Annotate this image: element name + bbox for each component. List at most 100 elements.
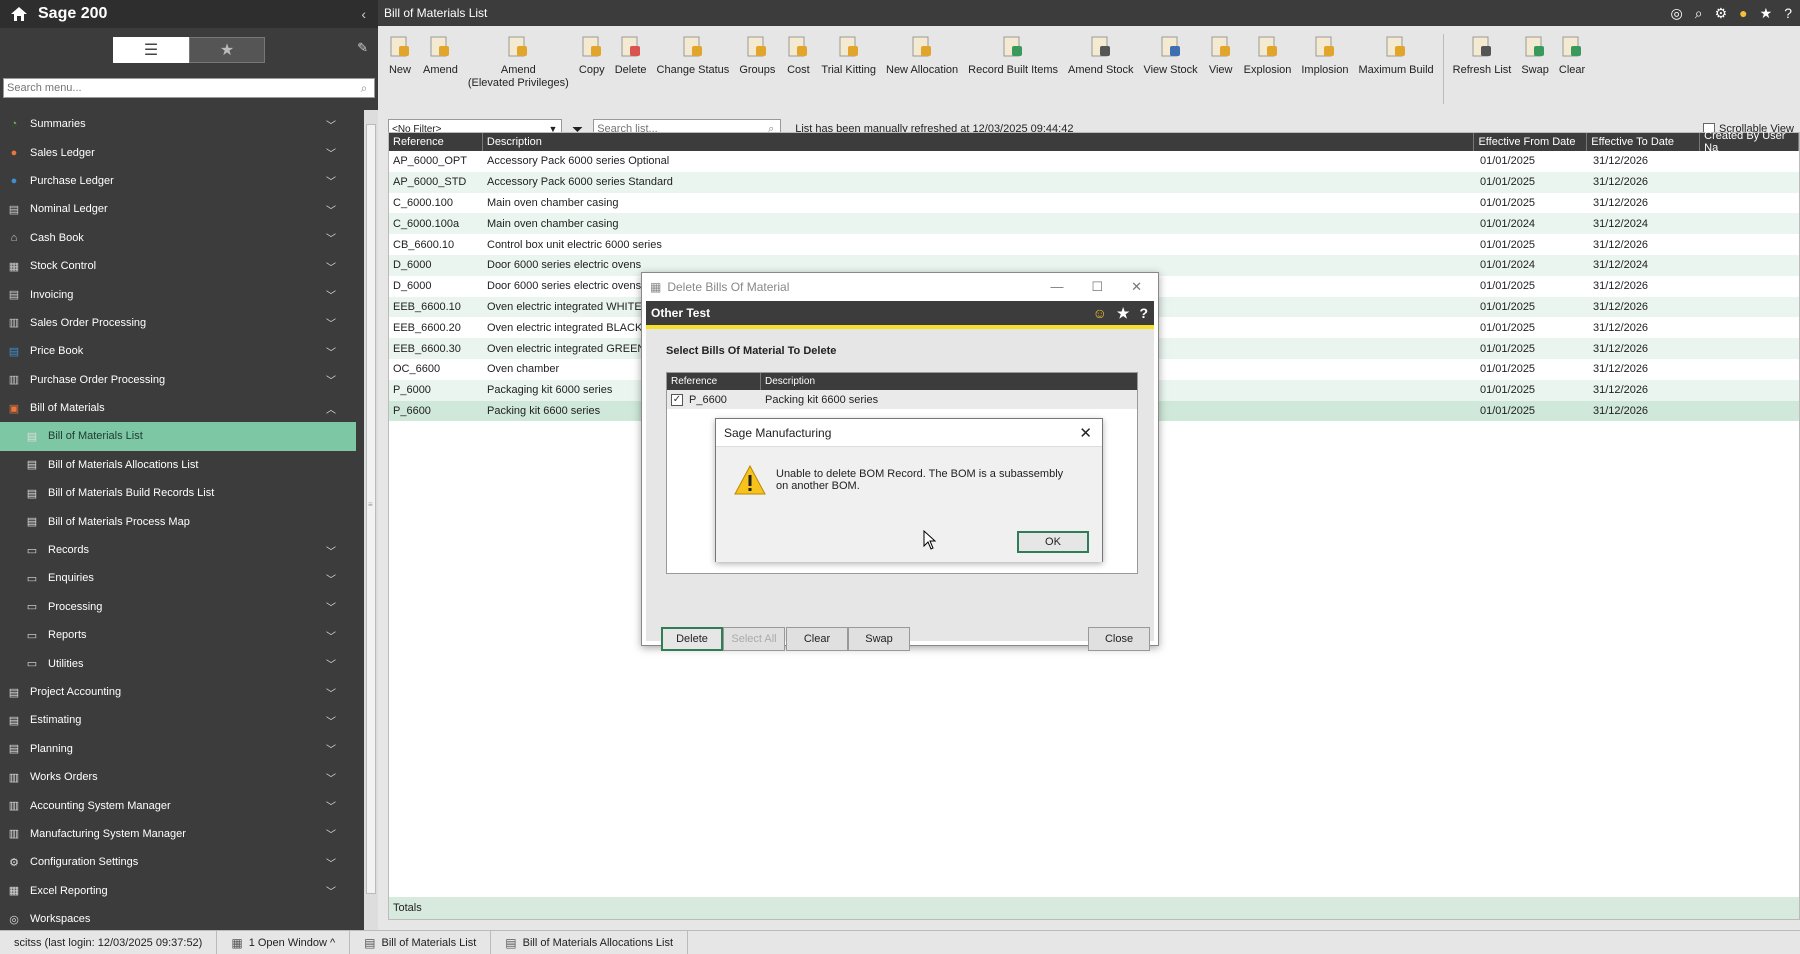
chevron-down-icon[interactable]: ﹀ (326, 656, 336, 671)
chevron-down-icon[interactable]: ﹀ (326, 372, 336, 387)
favourites-tab-icon[interactable]: ★ (189, 37, 265, 63)
table-row[interactable]: C_6000.100 Main oven chamber casing 01/01/… (389, 193, 1799, 214)
toolbar-new-allocation-button[interactable]: New Allocation (881, 34, 963, 77)
sidebar-item-project-accounting[interactable]: ▤ Project Accounting ﹀ (0, 678, 356, 706)
table-row[interactable]: C_6000.100a Main oven chamber casing 01/01… (389, 213, 1799, 235)
toolbar-swap-button[interactable]: Swap (1516, 34, 1554, 77)
sidebar-item-bill-of-materials-list[interactable]: ▤ Bill of Materials List (0, 422, 356, 451)
chevron-down-icon[interactable]: ﹀ (326, 230, 336, 245)
delete-button[interactable]: Delete (661, 627, 723, 651)
maximize-icon[interactable]: ☐ (1091, 279, 1103, 295)
table-row[interactable]: CB_6600.10 Control box unit electric 6000… (389, 234, 1799, 255)
column-header-description[interactable]: Description (483, 133, 1475, 151)
sidebar-item-estimating[interactable]: ▤ Estimating ﹀ (0, 706, 356, 734)
sidebar-item-price-book[interactable]: ▤ Price Book ﹀ (0, 337, 356, 365)
sidebar-folder-processing[interactable]: ▭ Processing ﹀ (0, 593, 356, 621)
select-all-button[interactable]: Select All (723, 627, 785, 651)
column-header-effective-to-date[interactable]: Effective To Date (1587, 133, 1701, 151)
taskbar-tab-bom-allocations[interactable]: ▤ Bill of Materials Allocations List (491, 931, 689, 954)
chevron-down-icon[interactable]: ﹀ (326, 826, 336, 841)
sidebar-item-configuration-settings[interactable]: ⚙ Configuration Settings ﹀ (0, 848, 356, 876)
chevron-down-icon[interactable]: ﹀ (326, 713, 336, 728)
toolbar-amend-stock-button[interactable]: Amend Stock (1063, 34, 1138, 77)
toolbar-new-button[interactable]: New (382, 34, 418, 77)
lightbulb-icon[interactable]: ● (1739, 5, 1747, 22)
chevron-down-icon[interactable]: ﹀ (326, 202, 336, 217)
toolbar-copy-button[interactable]: Copy (574, 34, 610, 77)
star-icon[interactable]: ★ (1760, 5, 1773, 22)
swap-button[interactable]: Swap (848, 627, 910, 651)
clear-button[interactable]: Clear (786, 627, 848, 651)
sidebar-item-bill-of-materials-process-map[interactable]: ▤ Bill of Materials Process Map (0, 507, 356, 535)
chevron-down-icon[interactable]: ﹀ (326, 543, 336, 558)
chevron-down-icon[interactable]: ﹀ (326, 145, 336, 160)
collapse-sidebar-icon[interactable]: ‹ (361, 6, 366, 22)
close-button[interactable]: Close (1088, 627, 1150, 651)
column-header-reference[interactable]: Reference (667, 373, 761, 390)
table-row[interactable]: AP_6000_STD Accessory Pack 6000 series St… (389, 171, 1799, 193)
table-row[interactable]: ✓ P_6600 Packing kit 6600 series (667, 390, 1137, 409)
globe-icon[interactable]: ◎ (1671, 5, 1683, 22)
chevron-down-icon[interactable]: ﹀ (326, 685, 336, 700)
toolbar-groups-button[interactable]: Groups (734, 34, 780, 77)
sidebar-item-purchase-order-processing[interactable]: ▥ Purchase Order Processing ﹀ (0, 366, 356, 394)
toolbar-maximum-build-button[interactable]: Maximum Build (1353, 34, 1438, 77)
column-header-reference[interactable]: Reference (389, 133, 483, 151)
sidebar-folder-reports[interactable]: ▭ Reports ﹀ (0, 621, 356, 649)
close-icon[interactable]: ✕ (1131, 279, 1142, 295)
chevron-down-icon[interactable]: ﹀ (326, 173, 336, 188)
sidebar-item-sales-order-processing[interactable]: ▥ Sales Order Processing ﹀ (0, 309, 356, 337)
sidebar-item-accounting-system-manager[interactable]: ▥ Accounting System Manager ﹀ (0, 791, 356, 819)
gear-icon[interactable]: ⚙ (1715, 5, 1728, 22)
chevron-down-icon[interactable]: ﹀ (326, 599, 336, 614)
sidebar-item-bill-of-materials[interactable]: ▣ Bill of Materials ︿ (0, 394, 356, 422)
star-icon[interactable]: ★ (1117, 305, 1130, 322)
chevron-down-icon[interactable]: ﹀ (326, 344, 336, 359)
chevron-down-icon[interactable]: ﹀ (326, 628, 336, 643)
chevron-down-icon[interactable]: ﹀ (326, 798, 336, 813)
help-icon[interactable]: ? (1784, 5, 1792, 22)
sidebar-item-stock-control[interactable]: ▦ Stock Control ﹀ (0, 252, 356, 280)
sidebar-item-planning[interactable]: ▤ Planning ﹀ (0, 735, 356, 763)
toolbar-refresh-list-button[interactable]: Refresh List (1448, 34, 1517, 77)
search-icon[interactable]: ⌕ (354, 81, 374, 96)
sidebar-item-bill-of-materials-allocations-list[interactable]: ▤ Bill of Materials Allocations List (0, 451, 356, 479)
table-row[interactable]: AP_6000_OPT Accessory Pack 6000 series Op… (389, 151, 1799, 172)
home-icon[interactable] (10, 5, 28, 23)
chevron-up-icon[interactable]: ︿ (326, 401, 336, 416)
edit-pencil-icon[interactable]: ✎ (357, 40, 368, 56)
search-users-icon[interactable]: ⌕ (1695, 5, 1703, 22)
toolbar-implosion-button[interactable]: Implosion (1296, 34, 1353, 77)
sidebar-item-cash-book[interactable]: ⌂ Cash Book ﹀ (0, 224, 356, 252)
toolbar-view-button[interactable]: View (1203, 34, 1239, 77)
toolbar-amend-elevated-privileges-button[interactable]: Amend (Elevated Privileges) (463, 34, 574, 90)
chevron-down-icon[interactable]: ﹀ (326, 855, 336, 870)
chevron-down-icon[interactable]: ﹀ (326, 741, 336, 756)
chevron-down-icon[interactable]: ﹀ (326, 770, 336, 785)
ok-button[interactable]: OK (1017, 531, 1089, 553)
toolbar-change-status-button[interactable]: Change Status (652, 34, 735, 77)
menu-tab-icon[interactable]: ☰ (113, 37, 189, 63)
chevron-down-icon[interactable]: ﹀ (326, 571, 336, 586)
toolbar-view-stock-button[interactable]: View Stock (1138, 34, 1202, 77)
row-checkbox[interactable]: ✓ (671, 393, 683, 406)
minimize-icon[interactable]: — (1050, 279, 1063, 295)
sidebar-item-sales-ledger[interactable]: ● Sales Ledger ﹀ (0, 138, 356, 166)
sidebar-folder-records[interactable]: ▭ Records ﹀ (0, 536, 356, 564)
toolbar-cost-button[interactable]: Cost (780, 34, 816, 77)
sidebar-item-excel-reporting[interactable]: ▦ Excel Reporting ﹀ (0, 877, 356, 905)
sidebar-folder-utilities[interactable]: ▭ Utilities ﹀ (0, 649, 356, 677)
column-header-description[interactable]: Description (761, 373, 815, 390)
sidebar-item-nominal-ledger[interactable]: ▤ Nominal Ledger ﹀ (0, 195, 356, 223)
chevron-down-icon[interactable]: ﹀ (326, 117, 336, 132)
column-header-effective-from-date[interactable]: Effective From Date (1474, 133, 1588, 151)
toolbar-amend-button[interactable]: Amend (418, 34, 463, 77)
sidebar-scrollbar[interactable]: ≡ (364, 110, 378, 930)
sidebar-item-invoicing[interactable]: ▤ Invoicing ﹀ (0, 280, 356, 308)
toolbar-delete-button[interactable]: Delete (610, 34, 652, 77)
sidebar-item-summaries[interactable]: ◔ Summaries ﹀ (0, 110, 356, 138)
chevron-down-icon[interactable]: ﹀ (326, 287, 336, 302)
close-icon[interactable]: ✕ (1079, 424, 1092, 442)
chevron-down-icon[interactable]: ﹀ (326, 259, 336, 274)
help-icon[interactable]: ? (1139, 305, 1148, 322)
